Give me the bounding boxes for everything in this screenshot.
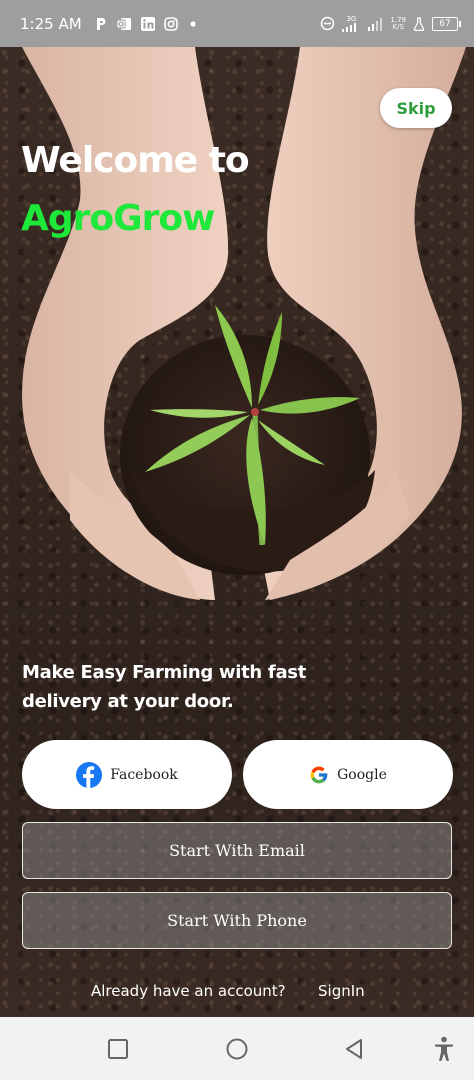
brand-name: AgroGrow — [21, 198, 215, 239]
home-button[interactable] — [223, 1035, 251, 1063]
back-button[interactable] — [340, 1035, 368, 1063]
net-speed-unit: K/S — [392, 22, 404, 31]
google-login-button[interactable]: Google — [243, 740, 453, 809]
start-with-email-button[interactable]: Start With Email — [22, 822, 452, 879]
circle-icon — [226, 1038, 248, 1060]
network-type-label: 3G — [346, 14, 357, 23]
facebook-icon — [76, 761, 103, 788]
system-navigation-bar — [0, 1017, 474, 1080]
status-bar: 1:25 AM 3G 1.79 K/S 67 — [0, 0, 474, 47]
status-time: 1:25 AM — [20, 14, 82, 33]
triangle-back-icon — [346, 1039, 362, 1059]
battery-indicator: 67 — [432, 16, 461, 31]
net-speed: 1.79 K/S — [390, 16, 406, 31]
signin-link[interactable]: SignIn — [318, 982, 365, 1000]
recent-apps-button[interactable] — [104, 1035, 132, 1063]
google-label: Google — [337, 766, 387, 783]
tagline: Make Easy Farming with fast delivery at … — [22, 662, 307, 712]
dnd-icon — [320, 16, 335, 31]
instagram-icon — [163, 16, 178, 31]
accessibility-icon — [435, 1036, 453, 1061]
facebook-login-button[interactable]: Facebook — [22, 740, 232, 809]
dot-icon — [187, 17, 199, 31]
accessibility-button[interactable] — [430, 1035, 458, 1063]
signal-icon — [367, 17, 383, 31]
skip-button[interactable]: Skip — [380, 88, 452, 128]
network-3g-icon: 3G — [342, 14, 360, 32]
welcome-heading: Welcome to — [21, 140, 250, 181]
start-with-phone-button[interactable]: Start With Phone — [22, 892, 452, 949]
google-icon — [309, 765, 329, 785]
square-icon — [108, 1039, 128, 1059]
linkedin-icon — [140, 16, 155, 31]
outlook-icon — [116, 17, 132, 31]
p-icon — [95, 17, 107, 31]
signin-prompt: Already have an account? SignIn — [0, 982, 474, 1004]
facebook-label: Facebook — [110, 766, 178, 783]
flask-icon — [413, 16, 425, 31]
already-have-account-text: Already have an account? — [91, 982, 286, 1000]
